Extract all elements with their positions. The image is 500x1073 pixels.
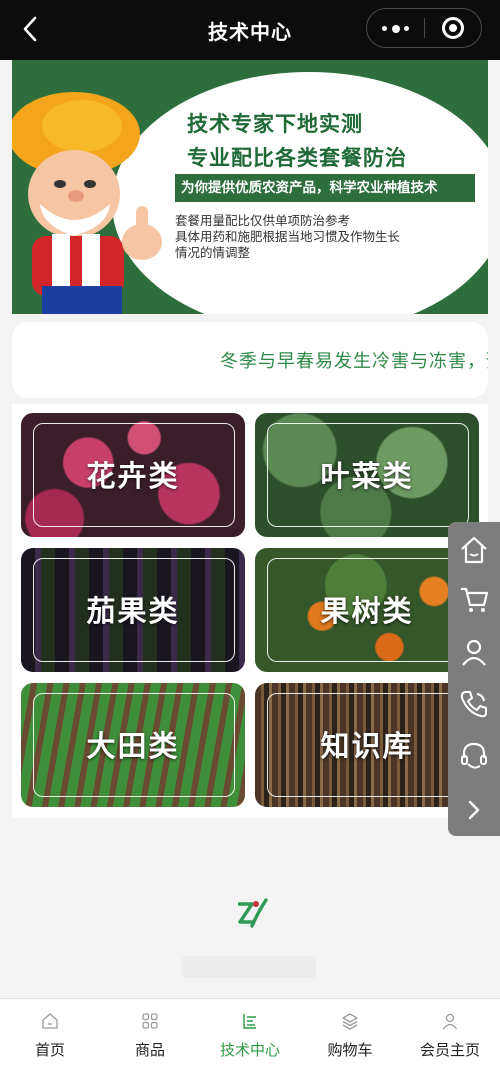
category-tile-flowers[interactable]: 花卉类: [21, 413, 245, 537]
category-label: 茄果类: [86, 594, 180, 628]
home-icon: [42, 1013, 58, 1029]
tab-member-home[interactable]: 会员主页: [400, 999, 500, 1073]
banner-tagline: 为你提供优质农资产品，科学农业种植技术: [175, 174, 475, 202]
promo-banner[interactable]: 技术专家下地实测 专业配比各类套餐防治 为你提供优质农资产品，科学农业种植技术 …: [12, 60, 488, 314]
tab-products[interactable]: 商品: [100, 999, 200, 1073]
tab-label: 商品: [134, 1041, 165, 1059]
notice-text: 冬季与早春易发生冷害与冻害，预: [220, 351, 488, 372]
notice-marquee[interactable]: 冬季与早春易发生冷害与冻害，预: [12, 322, 488, 398]
tab-tech-center[interactable]: 技术中心: [200, 999, 300, 1073]
close-button[interactable]: [425, 9, 481, 47]
target-circle-icon: [442, 17, 464, 39]
category-tile-knowledge-base[interactable]: 知识库: [255, 683, 479, 807]
tab-cart[interactable]: 购物车: [300, 999, 400, 1073]
category-tile-solanaceous[interactable]: 茄果类: [21, 548, 245, 672]
side-home-button[interactable]: [458, 534, 490, 566]
home-icon: [461, 536, 487, 564]
tab-label: 购物车: [327, 1041, 373, 1059]
farmer-mascot-illustration: [12, 92, 162, 314]
category-tile-fruit-trees[interactable]: 果树类: [255, 548, 479, 672]
more-dots-icon: [382, 25, 410, 33]
layers-icon: [342, 1013, 358, 1030]
chevron-right-icon: [468, 800, 480, 820]
side-phone-button[interactable]: [458, 688, 490, 720]
category-grid: 花卉类 叶菜类 茄果类 果树类 大田类 知识库: [12, 404, 488, 818]
side-service-button[interactable]: [458, 740, 490, 772]
category-label: 叶菜类: [320, 459, 414, 493]
category-label: 花卉类: [86, 459, 180, 493]
side-collapse-button[interactable]: [458, 794, 490, 826]
bottom-tab-bar: 首页 商品 技术中心 购物车 会员主页: [0, 998, 500, 1073]
category-label: 果树类: [320, 594, 414, 628]
tab-label: 技术中心: [219, 1041, 280, 1059]
category-tile-field-crops[interactable]: 大田类: [21, 683, 245, 807]
footer-placeholder: [182, 956, 316, 978]
banner-headline-1: 技术专家下地实测: [187, 112, 363, 136]
brand-logo: [238, 898, 268, 928]
headset-icon: [461, 742, 487, 769]
top-nav-bar: 技术中心: [0, 0, 500, 60]
floating-side-menu: [448, 522, 500, 836]
mini-program-capsule: [366, 8, 482, 48]
banner-headline-2: 专业配比各类套餐防治: [187, 146, 407, 170]
side-cart-button[interactable]: [458, 584, 490, 616]
user-icon: [442, 1013, 458, 1030]
document-icon: [243, 1014, 256, 1029]
page: 技术中心 技术专家下地实测 专业配比各类套餐防治 为你提供优质农资产品，科学农业…: [0, 0, 500, 1073]
tab-label: 会员主页: [419, 1041, 480, 1059]
category-tile-leafy-vegetables[interactable]: 叶菜类: [255, 413, 479, 537]
side-user-button[interactable]: [458, 636, 490, 668]
user-icon: [462, 639, 486, 666]
category-label: 知识库: [320, 729, 414, 763]
tab-label: 首页: [34, 1041, 65, 1059]
banner-note-3: 情况的情调整: [175, 245, 251, 260]
category-label: 大田类: [86, 729, 180, 763]
phone-icon: [460, 691, 487, 718]
more-button[interactable]: [367, 9, 424, 47]
grid-icon: [142, 1013, 158, 1029]
cart-icon: [461, 587, 489, 612]
tab-home[interactable]: 首页: [0, 999, 100, 1073]
